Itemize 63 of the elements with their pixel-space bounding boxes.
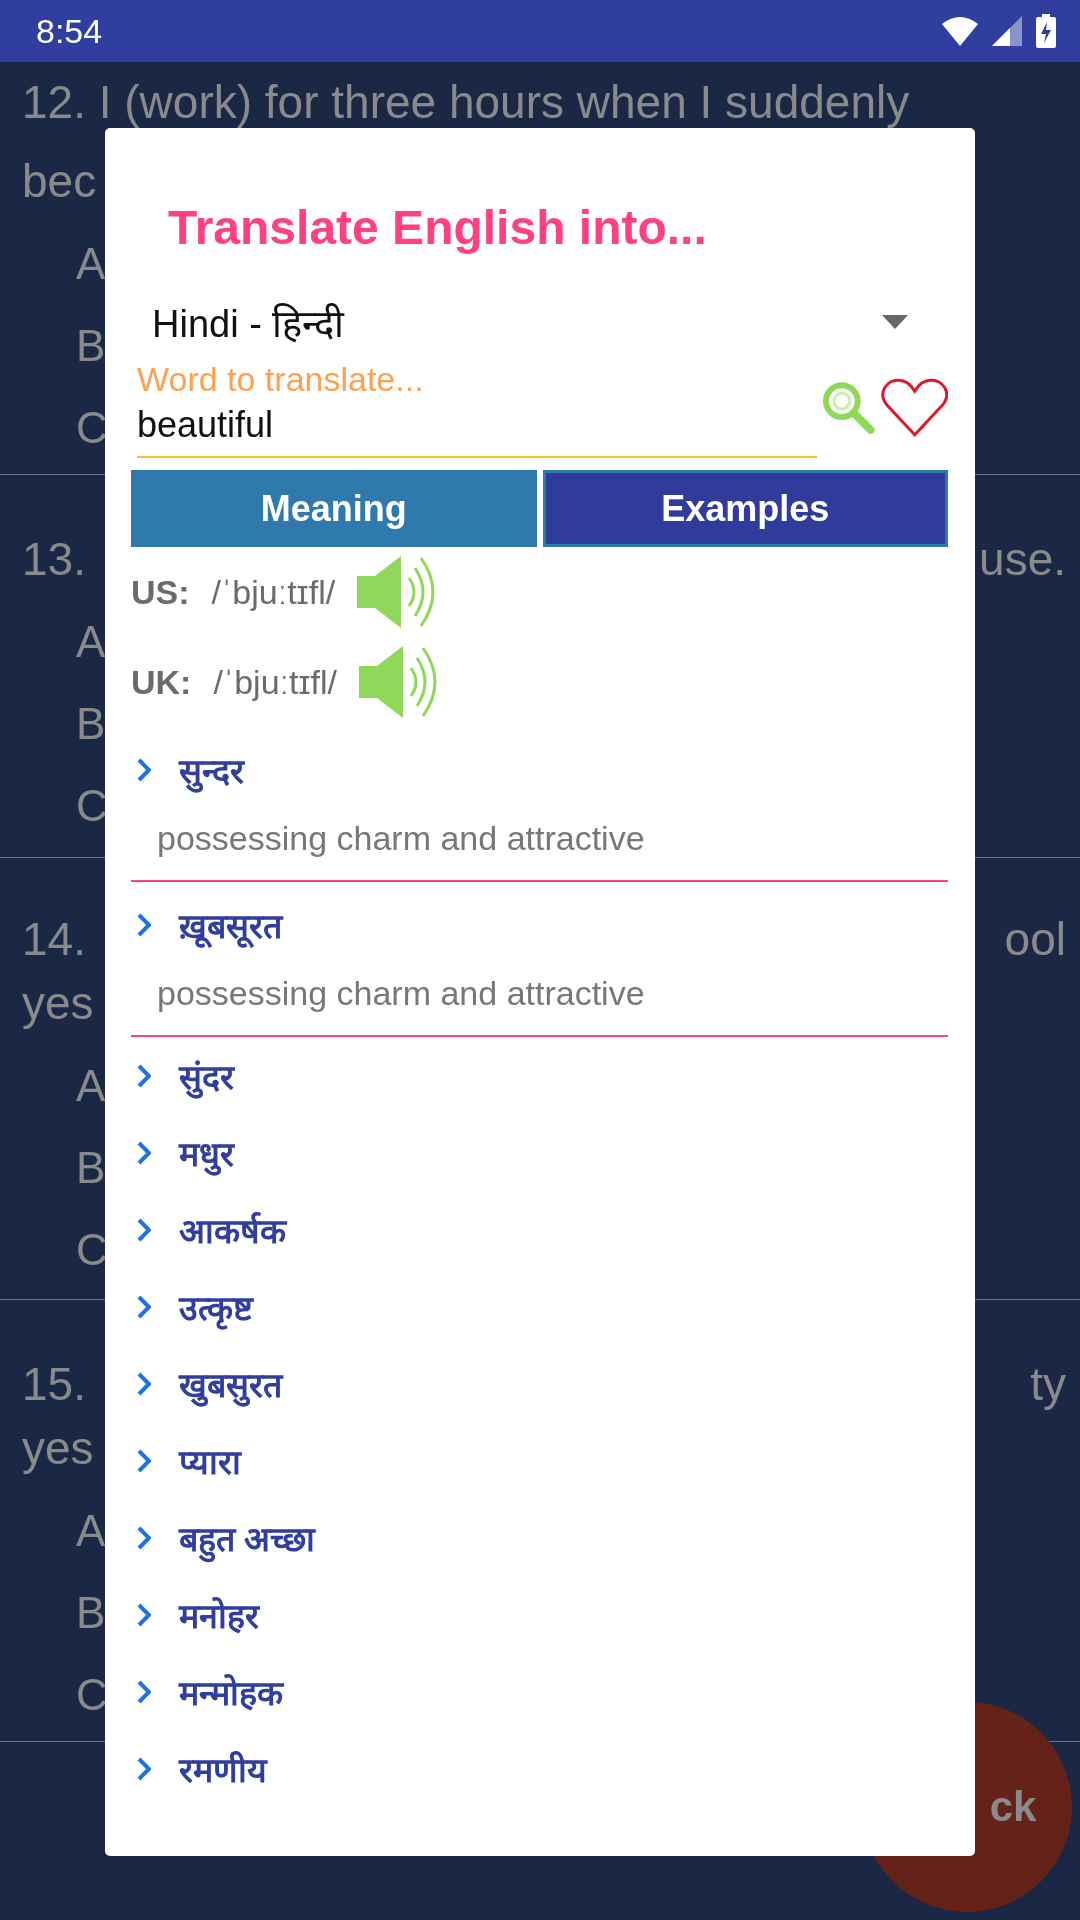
dropdown-arrow-icon: [882, 315, 908, 329]
option-letter: B: [76, 1142, 106, 1194]
tab[interactable]: Meaning: [131, 470, 537, 547]
option-letter: C: [76, 402, 108, 454]
chevron-icon: [137, 1525, 151, 1550]
chevron-icon: [137, 758, 151, 782]
wifi-icon: [942, 16, 978, 46]
question-text: ty: [1030, 1358, 1066, 1410]
option-letter: A: [76, 238, 106, 290]
option-letter: A: [76, 1060, 106, 1112]
region-label: UK:: [131, 662, 192, 702]
question-text: yes: [22, 1422, 94, 1474]
question-text: 14.: [22, 913, 86, 965]
translation-word[interactable]: ख़ूबसूरत: [179, 902, 282, 948]
dialog-title: Translate English into...: [167, 200, 708, 256]
chevron-icon: [137, 1140, 151, 1165]
phonetic-text: /ˈbjuːtɪfl/: [211, 572, 336, 612]
translation-word[interactable]: मन्मोहक: [179, 1668, 283, 1715]
signal-icon: [992, 16, 1022, 46]
phonetic-text: /ˈbjuːtɪfl/: [213, 662, 338, 702]
question-text: bec: [22, 155, 97, 207]
chevron-icon: [137, 1602, 151, 1627]
question-text: 15.: [22, 1358, 86, 1410]
question-text: use.: [979, 533, 1066, 585]
translation-word[interactable]: सुन्दर: [179, 747, 244, 793]
question-text: ool: [1004, 913, 1066, 965]
translation-word[interactable]: बहुत अच्छा: [179, 1514, 316, 1561]
translation-word[interactable]: मनोहर: [179, 1591, 259, 1638]
option-letter: A: [76, 616, 106, 668]
heart-icon[interactable]: [880, 377, 948, 439]
translation-word[interactable]: खुबसुरत: [179, 1360, 282, 1407]
battery-icon: [1036, 14, 1056, 48]
translation-word[interactable]: प्यारा: [179, 1437, 241, 1484]
translation-word[interactable]: आकर्षक: [179, 1206, 286, 1253]
chevron-icon: [137, 1371, 151, 1396]
translation-word[interactable]: सुंदर: [179, 1052, 234, 1099]
word-input-field[interactable]: Word to translate... beautiful: [137, 358, 817, 458]
question-text: yes: [22, 977, 94, 1029]
chevron-icon: [137, 913, 151, 937]
translation-word[interactable]: रमणीय: [179, 1745, 267, 1792]
option-letter: C: [76, 1224, 108, 1276]
definition-text: possessing charm and attractive: [156, 819, 646, 858]
translation-word[interactable]: उत्कृष्ट: [179, 1283, 253, 1330]
option-letter: C: [76, 1669, 108, 1721]
clock-time: 8:54: [36, 11, 103, 51]
question-text: 13.: [22, 533, 86, 585]
question-text: 12. I (work) for three hours when I suddenly: [22, 76, 910, 128]
tab[interactable]: Examples: [542, 470, 948, 547]
chevron-icon: [137, 1063, 151, 1088]
region-label: US:: [131, 572, 190, 612]
language-dropdown[interactable]: Hindi - हिन्दी: [131, 292, 948, 352]
translation-word[interactable]: मधुर: [179, 1129, 234, 1176]
chevron-icon: [137, 1679, 151, 1704]
chevron-icon: [137, 1448, 151, 1473]
option-letter: B: [76, 698, 106, 750]
chevron-icon: [137, 1756, 151, 1781]
chevron-icon: [137, 1294, 151, 1319]
option-letter: A: [76, 1505, 106, 1557]
option-letter: C: [76, 780, 108, 832]
definition-text: possessing charm and attractive: [156, 974, 646, 1013]
option-letter: B: [76, 1587, 106, 1639]
option-letter: B: [76, 320, 106, 372]
chevron-icon: [137, 1217, 151, 1242]
